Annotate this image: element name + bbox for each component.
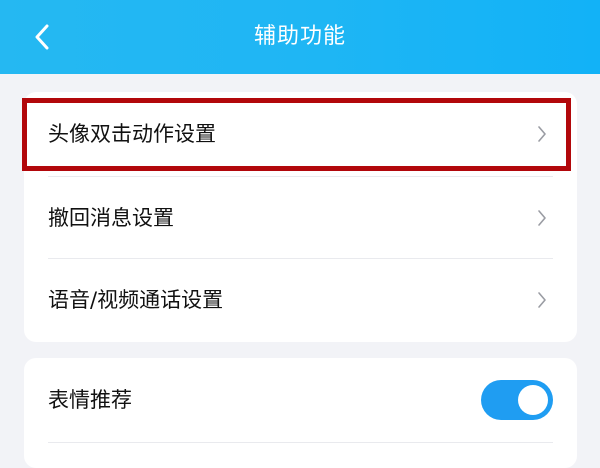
- settings-item-avatar-double-tap[interactable]: 头像双击动作设置: [24, 92, 577, 176]
- chevron-right-icon: [538, 126, 546, 142]
- settings-item-sticker-recommend: 表情推荐: [24, 358, 577, 442]
- page-title: 辅助功能: [253, 24, 346, 49]
- settings-item-recall-message[interactable]: 撤回消息设置: [24, 176, 577, 260]
- divider: [48, 442, 553, 443]
- chevron-right-icon: [538, 210, 546, 226]
- settings-item-voice-video-call[interactable]: 语音/视频通话设置: [24, 258, 577, 342]
- settings-group-primary: 头像双击动作设置 撤回消息设置 语音/视频通话设置: [24, 92, 577, 342]
- settings-item-label: 表情推荐: [48, 388, 132, 412]
- settings-item-label: 撤回消息设置: [48, 206, 174, 230]
- settings-item-label: 语音/视频通话设置: [48, 288, 224, 312]
- app-header: 辅助功能: [0, 0, 600, 74]
- sticker-recommend-toggle[interactable]: [481, 380, 553, 420]
- chevron-right-icon: [538, 292, 546, 308]
- toggle-knob: [518, 385, 548, 415]
- settings-group-secondary: 表情推荐: [24, 358, 577, 468]
- settings-item-label: 头像双击动作设置: [48, 122, 216, 146]
